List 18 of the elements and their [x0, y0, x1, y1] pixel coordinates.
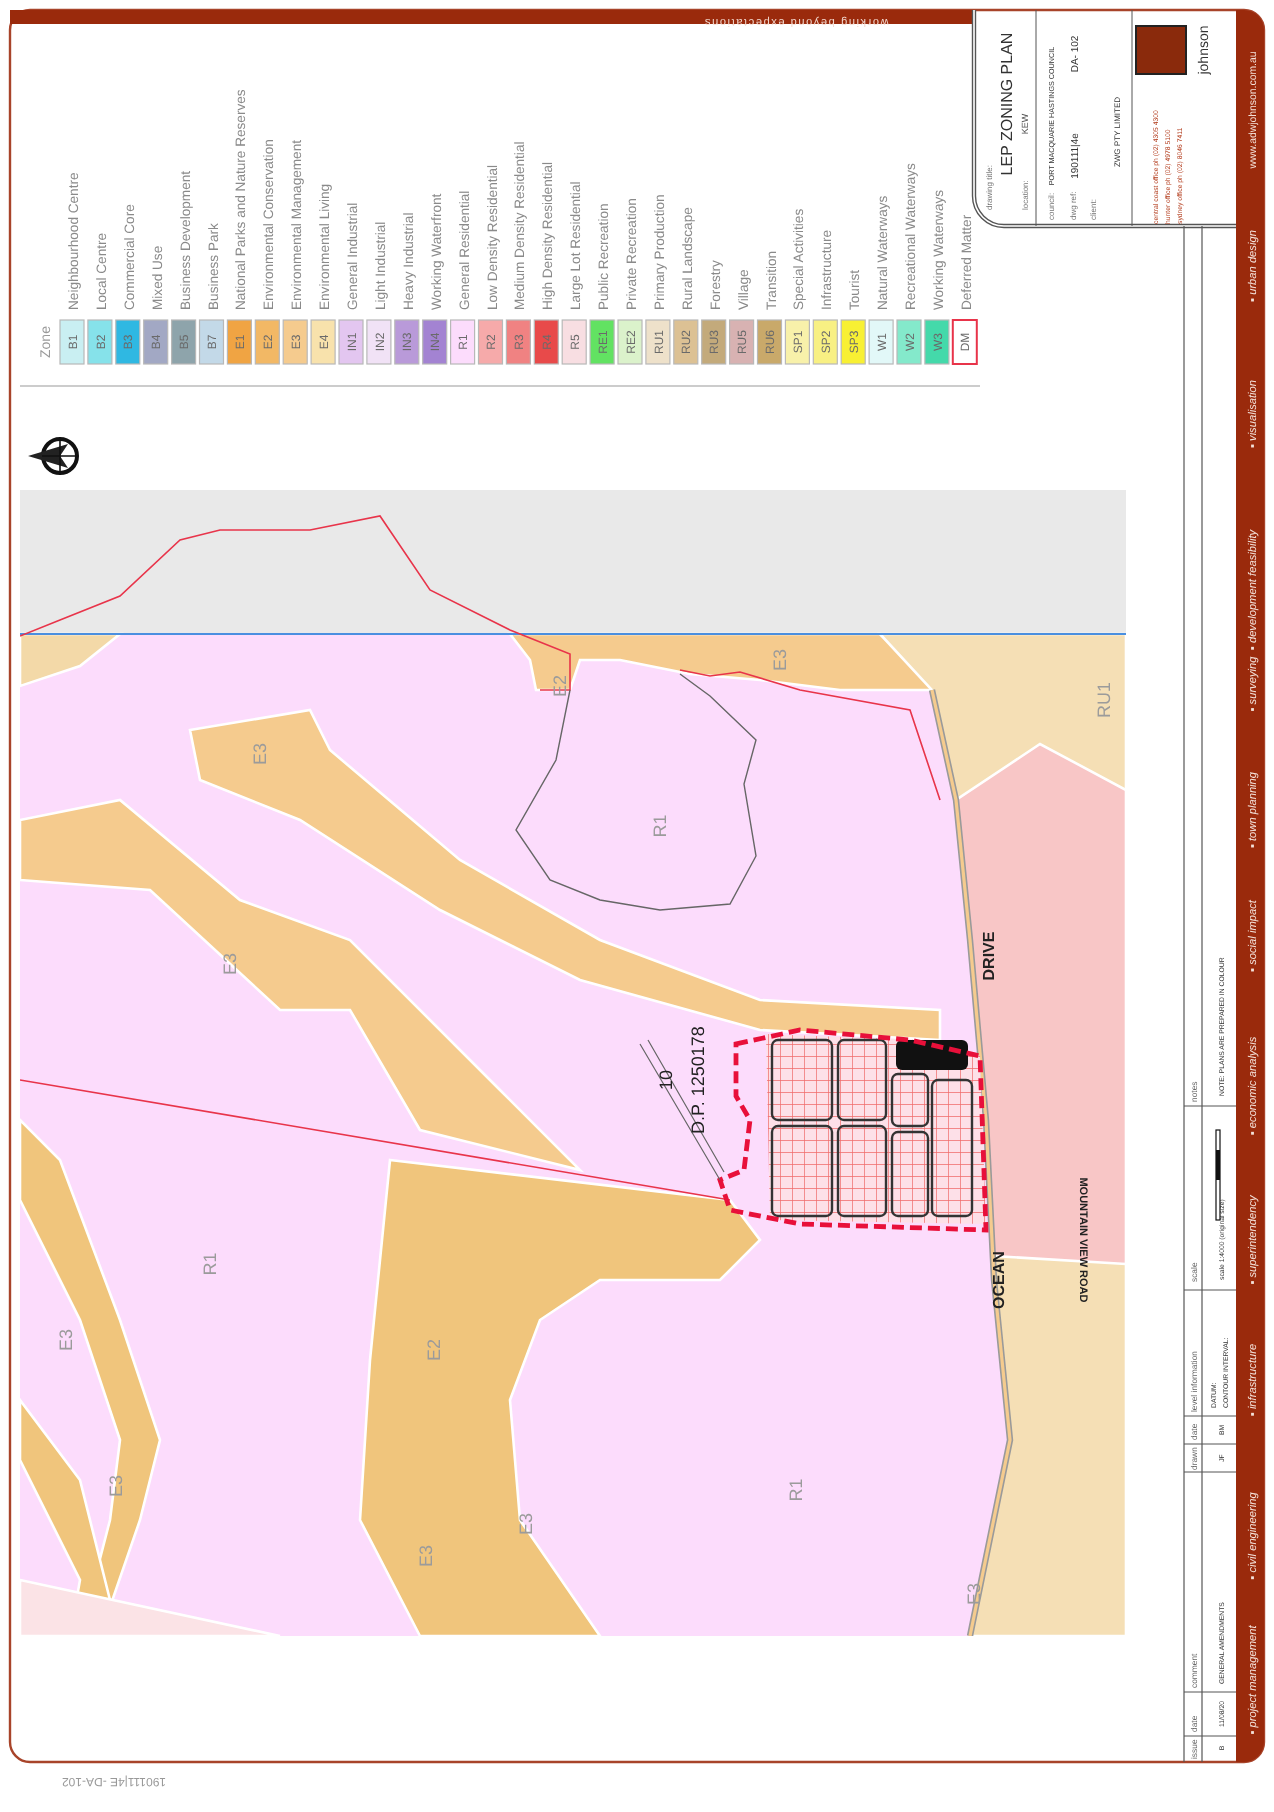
zone-map-label: E3	[106, 1475, 126, 1497]
zone-map-label: E2	[550, 675, 570, 697]
zone-map-label: E3	[416, 1545, 436, 1567]
deposited-plan-number: D.P. 1250178	[688, 1026, 708, 1134]
lot-number: 10	[656, 1070, 676, 1090]
zone-map-label: E3	[250, 743, 270, 765]
zone-map-label: R1	[200, 1252, 220, 1276]
zone-map-label: R1	[650, 814, 670, 838]
zone-map-label: E3	[516, 1513, 536, 1535]
zone-map-label: RU1	[1094, 682, 1114, 718]
drawing-title: LEP ZONING PLAN	[998, 32, 1016, 176]
road-name: OCEAN	[990, 1251, 1008, 1309]
zone-map-label: E3	[770, 649, 790, 671]
zone-map-label: R1	[786, 1478, 806, 1502]
road-name: DRIVE	[980, 931, 998, 981]
zone-map-label: E2	[424, 1339, 444, 1361]
zone-map-label: E3	[56, 1329, 76, 1351]
zone-map-label: E3	[220, 953, 240, 975]
